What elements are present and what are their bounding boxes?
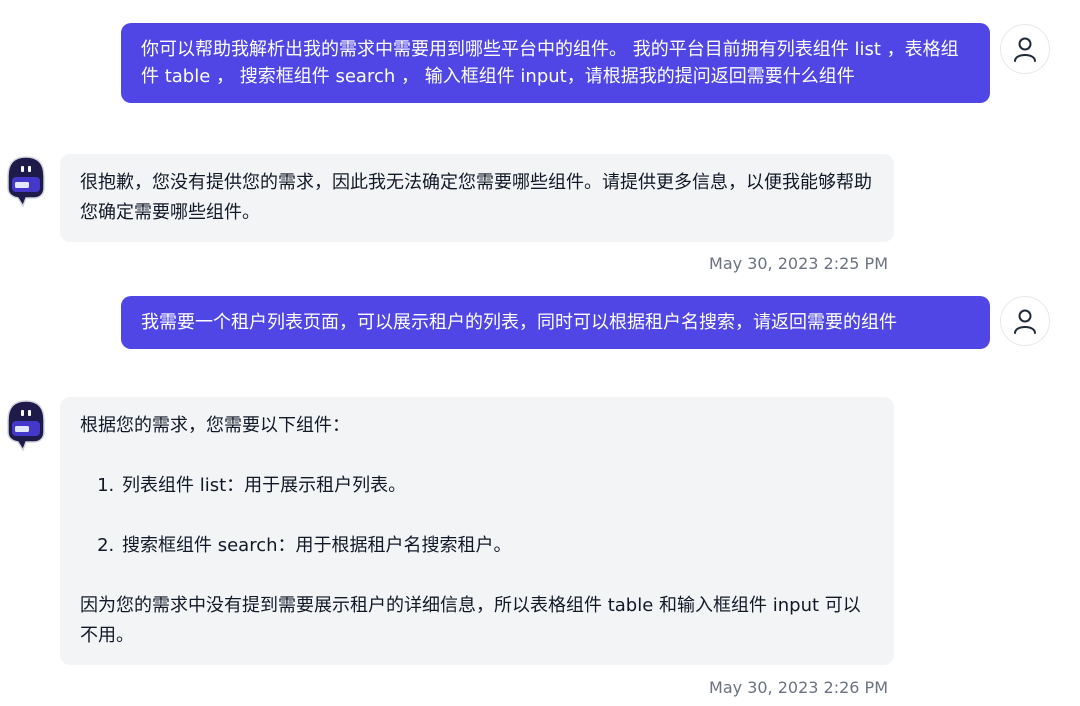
assistant-message: 根据您的需求，您需要以下组件： 列表组件 list：用于展示租户列表。 搜索框组… (60, 397, 894, 665)
user-message: 你可以帮助我解析出我的需求中需要用到哪些平台中的组件。 我的平台目前拥有列表组件… (121, 23, 990, 103)
message-timestamp: May 30, 2023 2:26 PM (709, 678, 888, 697)
message-intro: 根据您的需求，您需要以下组件： (80, 415, 350, 436)
message-text: 你可以帮助我解析出我的需求中需要用到哪些平台中的组件。 我的平台目前拥有列表组件… (141, 39, 959, 87)
user-avatar[interactable] (1000, 296, 1050, 346)
message-text: 很抱歉，您没有提供您的需求，因此我无法确定您需要哪些组件。请提供更多信息，以便我… (80, 172, 872, 223)
user-message: 我需要一个租户列表页面，可以展示租户的列表，同时可以根据租户名搜索，请返回需要的… (121, 296, 990, 349)
user-icon (1014, 37, 1036, 62)
assistant-message: 很抱歉，您没有提供您的需求，因此我无法确定您需要哪些组件。请提供更多信息，以便我… (60, 154, 894, 242)
list-item: 列表组件 list：用于展示租户列表。 (120, 471, 874, 501)
robot-icon (7, 156, 45, 208)
user-avatar[interactable] (1000, 24, 1050, 74)
bot-avatar (4, 398, 48, 456)
message-outro: 因为您的需求中没有提到需要展示租户的详细信息，所以表格组件 table 和输入框… (80, 595, 861, 646)
list-item: 搜索框组件 search：用于根据租户名搜索租户。 (120, 531, 874, 561)
message-timestamp: May 30, 2023 2:25 PM (709, 254, 888, 273)
message-text: 我需要一个租户列表页面，可以展示租户的列表，同时可以根据租户名搜索，请返回需要的… (141, 312, 897, 333)
robot-icon (7, 400, 45, 452)
bot-avatar (4, 154, 48, 212)
component-list: 列表组件 list：用于展示租户列表。 搜索框组件 search：用于根据租户名… (80, 471, 874, 561)
chat-window: 你可以帮助我解析出我的需求中需要用到哪些平台中的组件。 我的平台目前拥有列表组件… (0, 0, 1080, 706)
user-icon (1014, 309, 1036, 334)
